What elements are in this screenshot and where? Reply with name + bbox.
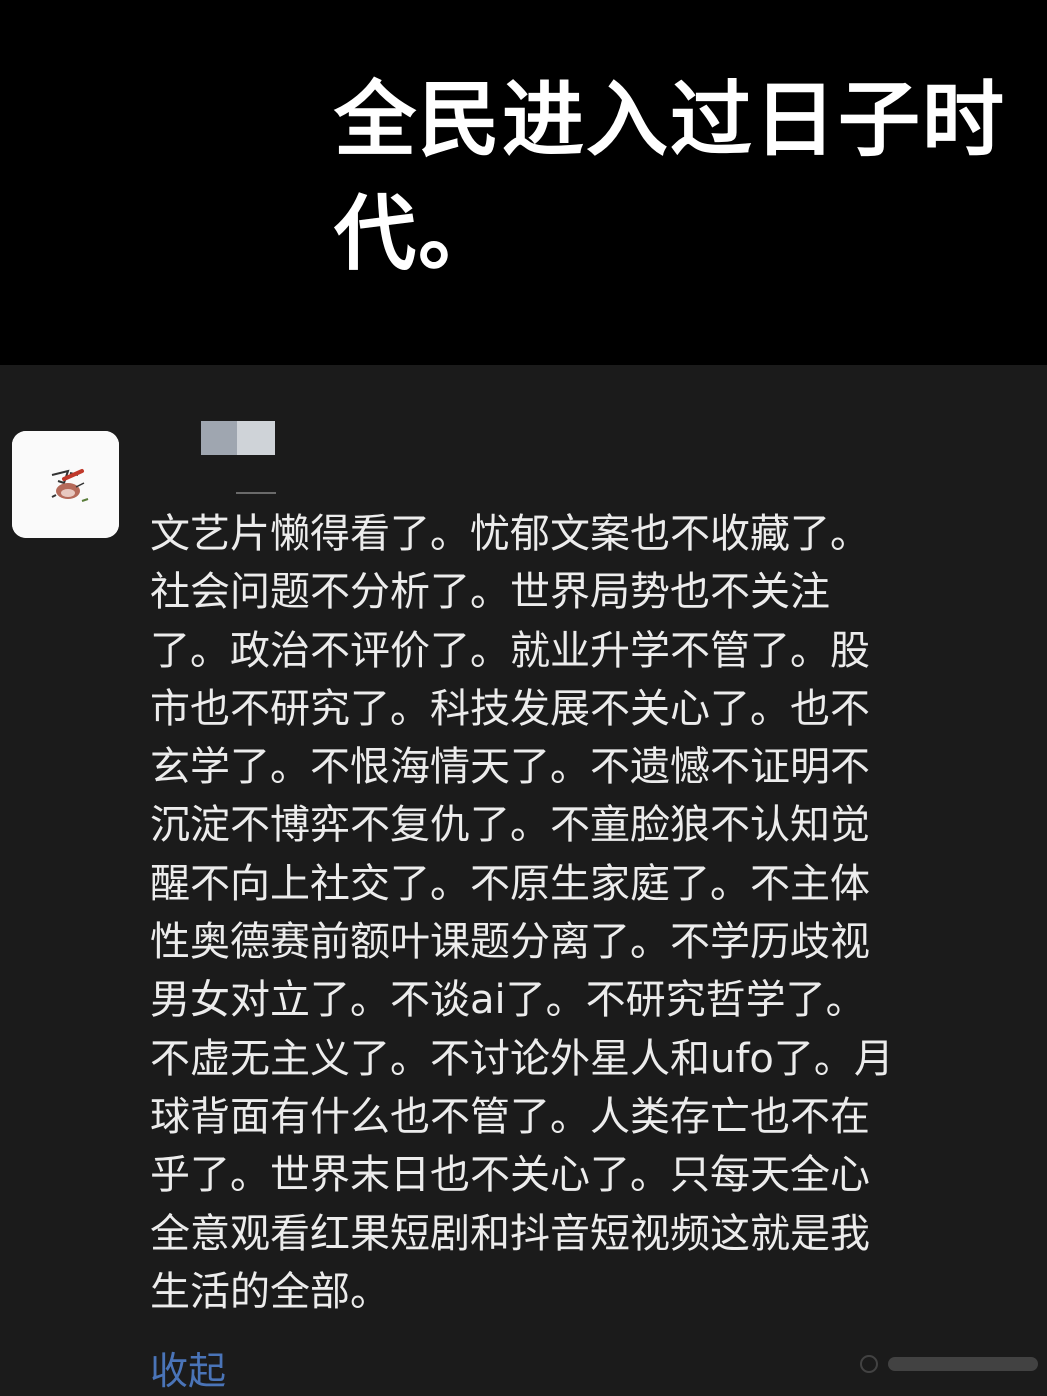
comment-line: 了。政治不评价了。就业升学不管了。股 [150, 627, 870, 674]
comment-line: 球背面有什么也不管了。人类存亡也不在 [150, 1093, 870, 1140]
comment-line: 社会问题不分析了。世界局势也不关注 [150, 569, 830, 616]
comment-line: 醒不向上社交了。不原生家庭了。不主体 [150, 860, 870, 907]
username-redacted[interactable] [201, 421, 275, 455]
avatar-image [12, 431, 119, 538]
comment-line: 沉淀不博弈不复仇了。不童脸狼不认知觉 [150, 802, 870, 849]
watermark-logo-icon [860, 1355, 878, 1373]
comment-line: 市也不研究了。科技发展不关心了。也不 [150, 685, 870, 732]
comment-line: 全意观看红果短剧和抖音短视频这就是我 [150, 1210, 870, 1257]
comment-line: 性奥德赛前额叶课题分离了。不学历歧视 [150, 919, 870, 966]
meta-divider [236, 492, 276, 494]
comment-line: 男女对立了。不谈ai了。不研究哲学了。 [150, 977, 866, 1024]
page-title-line-2: 代。 [334, 187, 503, 282]
page-title-line-1: 全民进入过日子时 [334, 73, 1007, 168]
avatar[interactable] [12, 431, 119, 538]
watermark [860, 1352, 1040, 1376]
comment-line: 乎了。世界末日也不关心了。只每天全心 [150, 1152, 870, 1199]
comment-line: 文艺片懒得看了。忧郁文案也不收藏了。 [150, 511, 870, 557]
header-banner: 全民进入过日子时 代。 [0, 0, 1047, 365]
collapse-link[interactable]: 收起 [150, 1346, 226, 1396]
comment-body: 文艺片懒得看了。忧郁文案也不收藏了。 社会问题不分析了。世界局势也不关注 了。政… [150, 505, 1000, 1321]
page-title: 全民进入过日子时 代。 [334, 64, 1014, 292]
comment-line: 玄学了。不恨海情天了。不遗憾不证明不 [150, 744, 870, 791]
watermark-text [888, 1357, 1038, 1371]
comment-line: 不虚无主义了。不讨论外星人和ufo了。月 [150, 1035, 894, 1082]
comment-line: 生活的全部。 [150, 1268, 390, 1315]
